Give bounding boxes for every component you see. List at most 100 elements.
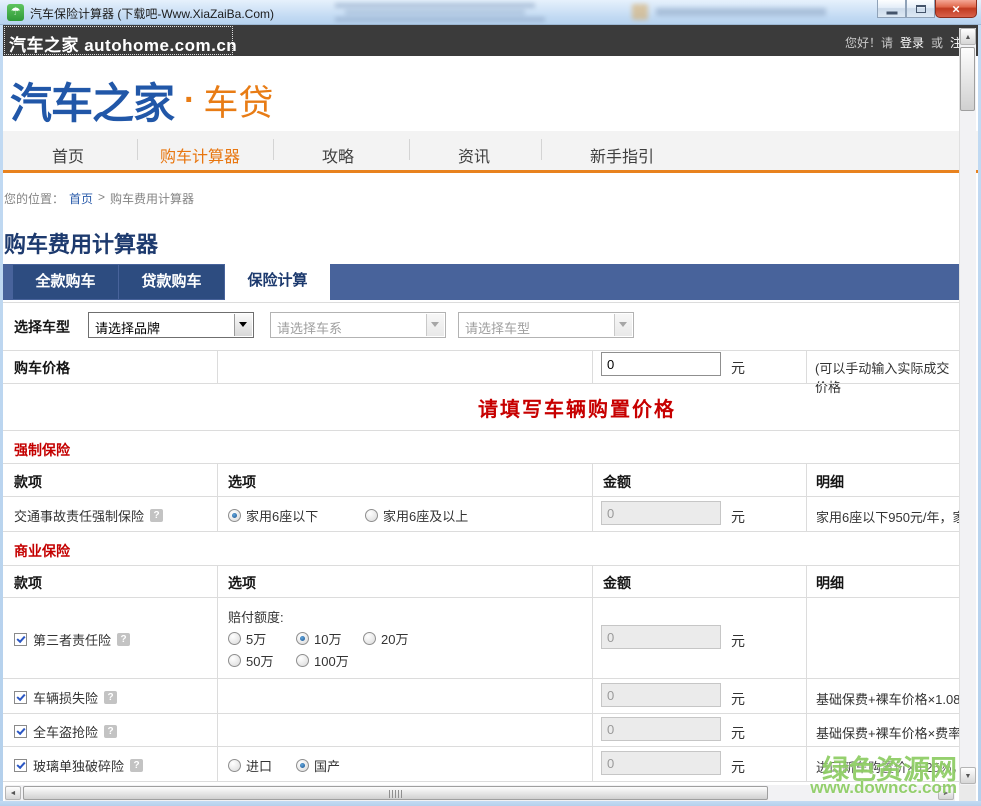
divider — [3, 531, 959, 532]
nav-item-home[interactable]: 首页 — [52, 143, 84, 167]
radio-label: 国产 — [314, 756, 340, 775]
col-header-option: 选项 — [228, 472, 256, 492]
divider — [3, 463, 959, 464]
scroll-down-button[interactable]: ▼ — [960, 767, 976, 784]
nav-item-news[interactable]: 资讯 — [458, 143, 490, 167]
price-hint: (可以手动输入实际成交价格 — [815, 358, 960, 396]
glass-label: 玻璃单独破碎险 — [33, 756, 124, 775]
col-header-item: 款项 — [14, 573, 42, 593]
col-header-detail: 明细 — [816, 573, 844, 593]
compulsory-detail: 家用6座以下950元/年，家用 — [816, 507, 961, 526]
tab-full-payment[interactable]: 全款购车 — [13, 265, 118, 299]
vertical-scroll-thumb[interactable] — [960, 47, 975, 111]
scrollbar-corner — [959, 785, 976, 801]
maximize-button[interactable] — [906, 0, 935, 18]
theft-amount-input[interactable] — [601, 717, 721, 741]
chevron-down-icon[interactable] — [234, 314, 252, 336]
radio-label: 100万 — [314, 651, 349, 670]
radio-family-over6[interactable]: 家用6座及以上 — [365, 506, 468, 525]
radio-coverage-10w[interactable]: 10万 — [296, 629, 341, 648]
vehicle-damage-checkbox[interactable] — [14, 691, 27, 704]
divider — [592, 350, 593, 383]
breadcrumb: 您的位置： 首页 > 购车费用计算器 — [4, 190, 194, 207]
vertical-scrollbar[interactable] — [959, 28, 976, 785]
unit-label: 元 — [731, 689, 745, 709]
nav-separator — [137, 139, 138, 160]
background-blur — [632, 4, 862, 22]
series-dropdown[interactable]: 请选择车系 — [270, 312, 446, 338]
help-icon[interactable] — [150, 509, 163, 522]
minimize-icon — [886, 11, 897, 14]
col-header-amount: 金额 — [603, 573, 631, 593]
help-icon[interactable] — [117, 633, 130, 646]
compulsory-amount-input[interactable] — [601, 501, 721, 525]
compulsory-insurance-label: 交通事故责任强制保险 — [14, 506, 144, 525]
nav-item-calculator[interactable]: 购车计算器 — [160, 143, 240, 167]
theft-checkbox[interactable] — [14, 725, 27, 738]
breadcrumb-home-link[interactable]: 首页 — [69, 190, 93, 207]
close-button[interactable]: × — [935, 0, 977, 18]
main-nav — [3, 131, 978, 173]
divider — [592, 463, 593, 531]
radio-icon[interactable] — [296, 632, 309, 645]
radio-icon[interactable] — [228, 632, 241, 645]
horizontal-scroll-thumb[interactable] — [23, 786, 768, 800]
brand-dropdown[interactable]: 请选择品牌 — [88, 312, 254, 338]
login-link[interactable]: 登录 — [900, 34, 924, 51]
tab-loan-purchase[interactable]: 贷款购车 — [119, 265, 224, 299]
radio-icon[interactable] — [363, 632, 376, 645]
radio-icon[interactable] — [228, 759, 241, 772]
theft-row-name: 全车盗抢险 — [14, 722, 117, 741]
nav-item-guide[interactable]: 攻略 — [322, 143, 354, 167]
radio-icon[interactable] — [296, 759, 309, 772]
radio-coverage-20w[interactable]: 20万 — [363, 629, 408, 648]
help-icon[interactable] — [104, 691, 117, 704]
minimize-button[interactable] — [877, 0, 906, 18]
car-select-label: 选择车型 — [14, 317, 70, 337]
page-title: 购车费用计算器 — [4, 227, 158, 259]
divider — [592, 565, 593, 781]
model-dropdown[interactable]: 请选择车型 — [458, 312, 634, 338]
vehicle-damage-label: 车辆损失险 — [33, 688, 98, 707]
divider — [3, 302, 959, 303]
divider — [806, 463, 807, 531]
radio-glass-domestic[interactable]: 国产 — [296, 756, 340, 775]
radio-coverage-50w[interactable]: 50万 — [228, 651, 273, 670]
divider — [3, 383, 959, 384]
glass-checkbox[interactable] — [14, 759, 27, 772]
help-icon[interactable] — [104, 725, 117, 738]
radio-label: 家用6座及以上 — [383, 506, 468, 525]
radio-icon[interactable] — [296, 654, 309, 667]
radio-family-under6[interactable]: 家用6座以下 — [228, 506, 318, 525]
radio-icon[interactable] — [228, 654, 241, 667]
divider — [3, 713, 959, 714]
third-party-amount-input[interactable] — [601, 625, 721, 649]
chevron-down-icon — [426, 314, 444, 336]
maximize-icon — [916, 5, 926, 13]
vehicle-damage-amount-input[interactable] — [601, 683, 721, 707]
scroll-up-button[interactable]: ▲ — [960, 28, 976, 45]
radio-icon[interactable] — [228, 509, 241, 522]
third-party-label: 第三者责任险 — [33, 630, 111, 649]
help-icon[interactable] — [130, 759, 143, 772]
third-party-checkbox[interactable] — [14, 633, 27, 646]
chevron-down-icon — [614, 314, 632, 336]
divider — [3, 597, 959, 598]
radio-coverage-100w[interactable]: 100万 — [296, 651, 349, 670]
divider — [217, 350, 218, 383]
brand-logo-text: 汽车之家 autohome.com.cn — [9, 31, 237, 56]
radio-icon[interactable] — [365, 509, 378, 522]
price-input[interactable] — [601, 352, 721, 376]
breadcrumb-separator: > — [98, 190, 105, 207]
nav-item-beginner[interactable]: 新手指引 — [590, 143, 654, 167]
radio-coverage-5w[interactable]: 5万 — [228, 629, 266, 648]
breadcrumb-prefix: 您的位置： — [4, 190, 64, 207]
tab-insurance-calc[interactable]: 保险计算 — [225, 264, 330, 302]
divider — [3, 565, 959, 566]
logo-autohome: 汽车之家 — [10, 70, 174, 131]
compulsory-section-title: 强制保险 — [14, 440, 70, 460]
unit-label: 元 — [731, 507, 745, 527]
divider — [217, 463, 218, 531]
radio-glass-imported[interactable]: 进口 — [228, 756, 272, 775]
scroll-left-button[interactable]: ◄ — [5, 786, 21, 800]
